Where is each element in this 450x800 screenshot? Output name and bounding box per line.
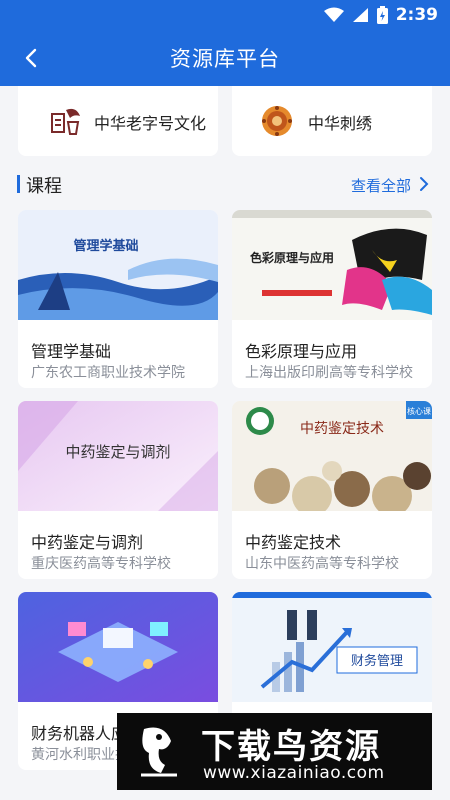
thumbnail-title: 财务管理 (351, 653, 403, 669)
status-bar: 2:39 (0, 0, 450, 30)
chevron-right-icon[interactable] (417, 175, 431, 193)
battery-icon (376, 6, 388, 24)
course-thumbnail (18, 592, 218, 702)
thumbnail-title: 管理学基础 (73, 238, 138, 254)
course-school: 重庆医药高等专科学校 (31, 556, 171, 572)
top-navigation-bar: 资源库平台 (0, 30, 450, 86)
courses-section-header: 课程 查看全部 (17, 172, 433, 197)
course-name: 中药鉴定与调剂 (31, 533, 144, 552)
laozihao-logo-icon (51, 108, 80, 135)
course-card-management[interactable]: 管理学基础 管理学基础 广东农工商职业技术学院 (18, 210, 218, 388)
bird-logo-icon (141, 727, 177, 777)
course-thumbnail: 财务管理 (232, 592, 432, 702)
thumbnail-title: 色彩原理与应用 (250, 250, 334, 265)
course-card-tcm-identification-technology[interactable]: 核心课 中药鉴定技术 中药鉴定技术 山东中医药高等专科学校 (232, 401, 432, 579)
clock: 2:39 (395, 5, 438, 25)
core-course-badge: 核心课 (407, 406, 431, 416)
culture-card-label: 中华老字号文化 (94, 114, 207, 133)
course-name: 管理学基础 (31, 342, 112, 361)
section-title: 课程 (26, 176, 62, 197)
course-thumbnail: 色彩原理与应用 (232, 210, 432, 320)
page-title: 资源库平台 (170, 47, 280, 71)
course-school: 上海出版印刷高等专科学校 (245, 365, 413, 381)
course-thumbnail: 核心课 中药鉴定技术 (232, 401, 432, 511)
watermark-banner: 下载鸟资源 www.xiazainiao.com (117, 713, 432, 790)
thumbnail-title: 中药鉴定与调剂 (65, 443, 170, 461)
course-name: 色彩原理与应用 (245, 342, 358, 361)
section-accent-bar (17, 175, 20, 193)
watermark-url: www.xiazainiao.com (203, 763, 385, 783)
course-thumbnail: 管理学基础 (18, 210, 218, 320)
culture-card-laozihao[interactable]: 中华老字号文化 (18, 86, 218, 156)
culture-card-embroidery[interactable]: 中华刺绣 (232, 86, 432, 156)
course-card-color-principles[interactable]: 色彩原理与应用 色彩原理与应用 上海出版印刷高等专科学校 (232, 210, 432, 388)
embroidery-logo-icon (262, 106, 292, 136)
watermark-title: 下载鸟资源 (201, 727, 381, 767)
course-name: 中药鉴定技术 (245, 533, 342, 552)
course-card-tcm-identification-dispensing[interactable]: 中药鉴定与调剂 中药鉴定与调剂 重庆医药高等专科学校 (18, 401, 218, 579)
culture-card-label: 中华刺绣 (308, 114, 373, 133)
wifi-icon (323, 7, 344, 22)
course-thumbnail: 中药鉴定与调剂 (18, 401, 218, 511)
course-school: 山东中医药高等专科学校 (245, 556, 399, 572)
thumbnail-title: 中药鉴定技术 (300, 421, 384, 437)
signal-icon (352, 8, 368, 22)
course-school: 广东农工商职业技术学院 (31, 365, 185, 381)
view-all-link[interactable]: 查看全部 (351, 175, 411, 196)
